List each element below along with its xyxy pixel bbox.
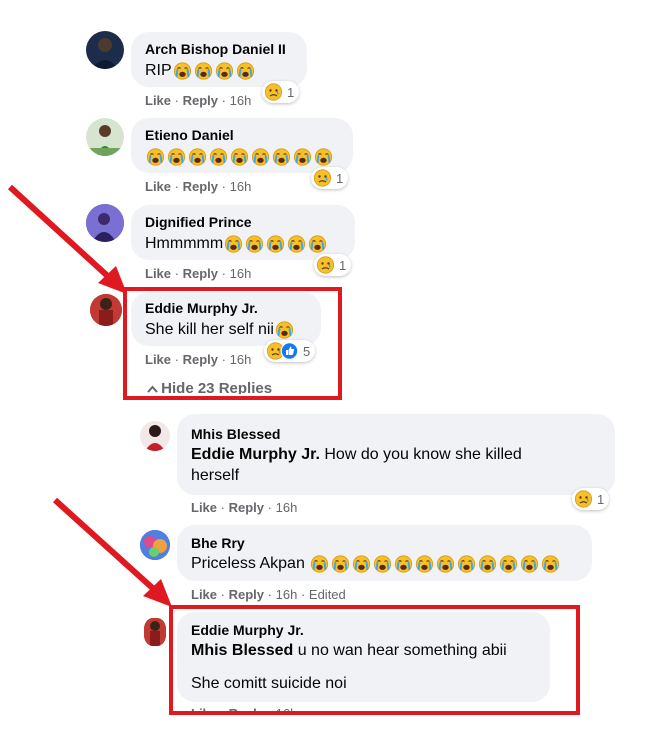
red-arrow xyxy=(7,184,127,294)
red-arrow xyxy=(52,497,172,607)
annotation-arrows xyxy=(7,184,172,607)
